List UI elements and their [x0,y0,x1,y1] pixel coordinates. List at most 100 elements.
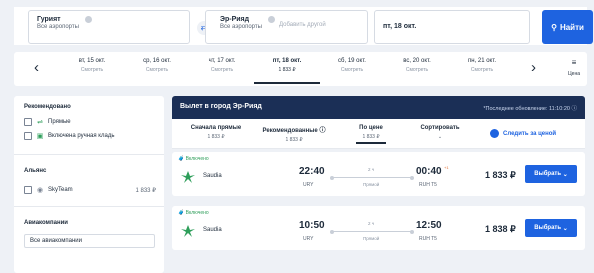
results-header: Вылет в город Эр-Рияд *Последнее обновле… [172,96,585,119]
filter-skyteam-label: SkyTeam [48,187,73,193]
sort-label: Сортировать [420,125,460,131]
date-sub: 1 833 ₽ [278,67,296,73]
filters-panel: Рекомендовано ⇌ Прямые ▣ Включена ручная… [14,96,164,273]
sort-bar: Сначала прямые 1 833 ₽ Рекомендованные ⓘ… [172,119,585,149]
saudia-logo-icon [181,225,195,237]
filter-direct[interactable]: ⇌ Прямые [24,118,71,126]
included-badge: 🧳 Включено [178,156,209,162]
date-sub: Смотреть [470,67,494,73]
checkbox[interactable] [24,186,32,194]
badge-text: Включено [185,210,209,216]
date-label: вс, 20 окт. [403,58,431,64]
flight-price: 1 833 ₽ [485,170,516,180]
flight-price: 1 838 ₽ [485,224,516,234]
stops-info: Прямой [363,182,380,187]
info-icon: ⓘ [319,128,326,134]
flight-duration: 2 ч [368,221,375,226]
search-bar: Гурият Все аэропорты ⇄ Эр-Рияд Все аэроп… [14,7,593,45]
destination-field[interactable]: Эр-Рияд Все аэропорты Добавить другой [205,10,368,44]
next-dates-chevron-right-icon[interactable]: › [531,58,536,78]
arrival-airport: RUH T5 [419,182,437,188]
info-icon: ⓘ [571,106,577,112]
chevron-down-icon: ⌄ [562,225,568,232]
price-chart-toggle[interactable]: ≡ Цена [559,58,589,77]
direct-flight-icon: ⇌ [37,119,43,126]
date-sub: Смотреть [340,67,364,73]
divider [14,206,164,207]
airlines-select[interactable]: Все авиакомпании [24,234,155,248]
alliance-title: Альянс [24,168,47,174]
filter-baggage[interactable]: ▣ Включена ручная кладь [24,132,114,140]
sort-recommended[interactable]: Рекомендованные ⓘ 1 833 ₽ [256,125,332,143]
checkbox[interactable] [24,132,32,140]
date-sub: Смотреть [405,67,429,73]
flight-card[interactable]: 🧳 Включено Saudia 10:50 URY 2 ч Прямой 1… [172,206,585,250]
date-cell[interactable]: чт, 17 окт. Смотреть [189,56,255,73]
skyteam-price: 1 833 ₽ [135,188,157,194]
find-label: Найти [559,22,584,32]
arrival-time: 00:40 [416,166,442,177]
sort-by-price[interactable]: По цене 1 833 ₽ [356,125,386,144]
filter-skyteam[interactable]: ◉ SkyTeam [24,186,73,194]
date-label: пн, 21 окт. [467,58,497,64]
flight-card[interactable]: 🧳 Включено Saudia 22:40 URY 2 ч Прямой 0… [172,152,585,196]
recommended-title: Рекомендовано [24,104,71,110]
last-updated: *Последнее обновление: 11:10:20 ⓘ [483,104,577,112]
skyteam-icon: ◉ [36,187,44,194]
chevron-down-icon: ⌄ [437,134,443,140]
clear-destination-icon[interactable] [268,16,275,23]
included-badge: 🧳 Включено [178,210,209,216]
origin-field[interactable]: Гурият Все аэропорты [28,10,190,44]
route-line [330,229,414,234]
saudia-logo-icon [181,171,195,183]
select-label: Выбрать [534,225,562,231]
next-day-badge: +1 [444,165,449,170]
sort-value: 1 833 ₽ [285,137,303,143]
date-cell[interactable]: вс, 20 окт. Смотреть [384,56,450,73]
date-sub: Смотреть [145,67,169,73]
clear-origin-icon[interactable] [85,16,92,23]
airlines-title: Авиакомпании [24,220,68,226]
filter-direct-label: Прямые [48,119,71,125]
date-field[interactable]: пт, 18 окт. [374,10,530,44]
date-strip: ‹ вт, 15 окт. Смотреть ср, 16 окт. Смотр… [14,52,587,86]
date-label: чт, 17 окт. [208,58,236,64]
sort-label: Сначала прямые [190,125,242,131]
add-destination-link[interactable]: Добавить другой [279,22,326,28]
date-cell-selected[interactable]: пт, 18 окт. 1 833 ₽ [254,56,320,84]
departure-airport: URY [303,236,314,242]
origin-city: Гурият [37,16,61,23]
stops-info: Прямой [363,236,380,241]
date-sub: Смотреть [210,67,234,73]
date-value: пт, 18 окт. [383,23,417,30]
date-label: ср, 16 окт. [143,58,171,64]
airline-name: Saudia [203,173,222,179]
sort-dropdown[interactable]: Сортировать ⌄ [412,125,468,140]
origin-sub: Все аэропорты [37,24,79,30]
airline-name: Saudia [203,227,222,233]
track-price-button[interactable]: Следить за ценой [490,129,556,138]
date-cell[interactable]: ср, 16 окт. Смотреть [124,56,190,73]
results-title: Вылет в город Эр-Рияд [180,103,262,110]
sort-direct-first[interactable]: Сначала прямые 1 833 ₽ [184,125,248,140]
departure-airport: URY [303,182,314,188]
find-button[interactable]: ⚲ Найти [542,10,593,44]
date-cell[interactable]: сб, 19 окт. Смотреть [319,56,385,73]
date-cell[interactable]: вт, 15 окт. Смотреть [59,56,125,73]
price-toggle-label: Цена [567,71,581,77]
arrival-time: 12:50 [416,220,442,231]
select-flight-button[interactable]: Выбрать ⌄ [525,165,577,183]
select-flight-button[interactable]: Выбрать ⌄ [525,219,577,237]
track-price-label: Следить за ценой [503,130,557,137]
date-label: вт, 15 окт. [78,58,106,64]
date-cell[interactable]: пн, 21 окт. Смотреть [449,56,515,73]
date-label: сб, 19 окт. [338,58,366,64]
divider [14,154,164,155]
sort-label: По цене [359,125,383,131]
search-icon: ⚲ [551,22,557,32]
departure-time: 22:40 [299,166,325,177]
results-panel: Вылет в город Эр-Рияд *Последнее обновле… [172,96,585,250]
prev-dates-chevron-left-icon[interactable]: ‹ [34,58,39,78]
bar-chart-icon: ≡ [571,58,577,67]
checkbox[interactable] [24,118,32,126]
